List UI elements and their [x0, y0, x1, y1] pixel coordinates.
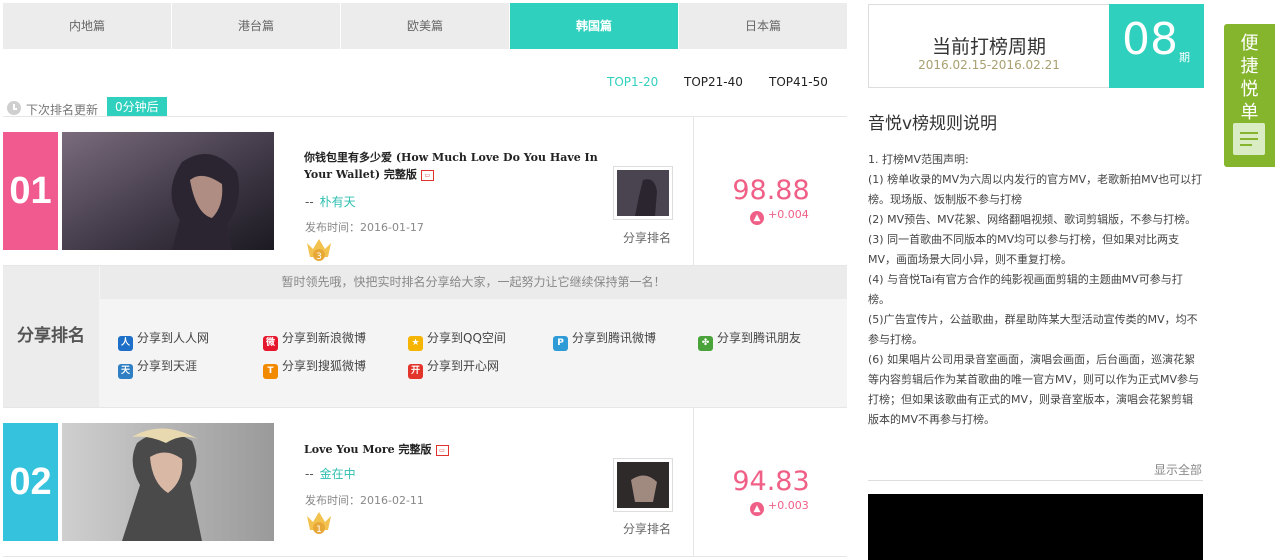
weibo-icon: 微 — [263, 336, 278, 351]
tencent-weibo-icon: P — [553, 336, 568, 351]
score-box: 98.88 ▲ +0.004 — [693, 117, 847, 265]
rules-line: (3) 同一首歌曲不同版本的MV均可以参与打榜，但如果对比两支MV，画面场景大同… — [868, 233, 1180, 266]
renren-icon: 人 — [118, 336, 133, 351]
arrow-up-icon: ▲ — [750, 211, 764, 225]
playlist-icon — [1233, 123, 1265, 155]
share-pengyou[interactable]: ✤ 分享到腾讯朋友 — [698, 329, 801, 351]
rules-title: 音悦v榜规则说明 — [868, 114, 998, 134]
artist-link[interactable]: 金在中 — [320, 467, 356, 481]
score-value: 98.88 — [732, 175, 810, 206]
quick-playlist-label: 便捷悦单 — [1240, 33, 1259, 123]
tab-korea[interactable]: 韩国篇 — [510, 3, 678, 49]
release-date: 发布时间：2016-01-17 — [305, 221, 424, 234]
crown-icon: 1 — [304, 508, 334, 536]
score-box: 94.83 ▲ +0.003 — [693, 408, 847, 556]
share-tianya[interactable]: 天分享到天涯 — [118, 357, 197, 379]
range-top41-50[interactable]: TOP41-50 — [769, 75, 828, 89]
period-number-block: 08 期 — [1109, 4, 1204, 88]
share-tencent-weibo[interactable]: P 分享到腾讯微博 — [553, 329, 656, 351]
share-sohu[interactable]: T 分享到搜狐微博 — [263, 357, 366, 379]
mv-badge-icon: ▭ — [435, 444, 449, 456]
mv-thumbnail[interactable] — [62, 423, 274, 541]
period-title: 当前打榜周期 — [931, 36, 1046, 58]
rules-line: (5)广告宣传片，公益歌曲，群星助阵某大型活动宣传类的MV，均不参与打榜。 — [868, 313, 1198, 346]
tianya-icon: 天 — [118, 364, 133, 379]
score-value: 94.83 — [732, 466, 810, 497]
mv-thumbnail[interactable] — [62, 132, 274, 250]
tab-west[interactable]: 欧美篇 — [341, 3, 509, 49]
share-renren[interactable]: 人分享到人人网 — [118, 329, 209, 351]
tab-hk-tw[interactable]: 港台篇 — [172, 3, 340, 49]
range-top21-40[interactable]: TOP21-40 — [684, 75, 743, 89]
tab-japan[interactable]: 日本篇 — [679, 3, 847, 49]
chart-entry: 02 Love You More 完整版 ▭ -- 金在中 发布时间：2016-02… — [3, 407, 847, 557]
period-box: 当前打榜周期 2016.02.15-2016.02.21 08 期 — [868, 4, 1204, 88]
share-thumbnail[interactable] — [613, 458, 673, 512]
video-player[interactable] — [868, 494, 1203, 560]
pengyou-icon: ✤ — [698, 336, 713, 351]
rules-line: 1. 打榜MV范围声明: — [868, 153, 969, 166]
score-trend: ▲ +0.004 — [750, 208, 809, 225]
tab-mainland[interactable]: 内地篇 — [3, 3, 171, 49]
rank-number: 01 — [3, 132, 58, 250]
sohu-icon: T — [263, 364, 278, 379]
share-thumbnail[interactable] — [613, 166, 673, 220]
share-qzone[interactable]: ★ 分享到QQ空间 — [408, 329, 506, 351]
artist-link[interactable]: 朴有天 — [320, 195, 356, 209]
share-kaixin[interactable]: 开分享到开心网 — [408, 357, 499, 379]
range-top1-20[interactable]: TOP1-20 — [607, 75, 658, 89]
rules-line: (6) 如果唱片公司用录音室画面，演唱会画面，后台画面，巡演花絮等内容剪辑后作为… — [868, 353, 1200, 426]
mv-badge-icon: ▭ — [420, 169, 434, 181]
kaixin-icon: 开 — [408, 364, 423, 379]
period-dates: 2016.02.15-2016.02.21 — [918, 58, 1060, 72]
share-rank-link[interactable]: 分享排名 — [623, 520, 671, 537]
rules-line: (2) MV预告、MV花絮、网络翻唱视频、歌词剪辑版，不参与打榜。 — [868, 213, 1197, 226]
arrow-up-icon: ▲ — [750, 502, 764, 516]
clock-icon — [7, 101, 21, 115]
share-rank-link[interactable]: 分享排名 — [623, 229, 671, 246]
share-message: 暂时领先哦，快把实时排名分享给大家，一起努力让它继续保持第一名！ — [100, 266, 847, 299]
rank-number: 02 — [3, 423, 58, 541]
crown-number: 1 — [316, 525, 322, 535]
qzone-icon: ★ — [408, 336, 423, 351]
artist-line: -- 朴有天 — [305, 195, 356, 209]
release-date: 发布时间：2016-02-11 — [305, 494, 424, 507]
rules-line: (4) 与音悦Tai有官方合作的纯影视画面剪辑的主题曲MV可参与打榜。 — [868, 273, 1183, 306]
show-all-link[interactable]: 显示全部 — [1154, 461, 1202, 478]
share-weibo[interactable]: 微分享到新浪微博 — [263, 329, 366, 351]
quick-playlist-button[interactable]: 便捷悦单 — [1224, 24, 1275, 167]
crown-icon: 3 — [304, 235, 334, 263]
artist-line: -- 金在中 — [305, 467, 356, 481]
chart-entry: 01 你钱包里有多少爱 (How Much Love Do You Have I… — [3, 116, 847, 266]
period-unit: 期 — [1179, 51, 1190, 64]
next-update-badge: 0分钟后 — [107, 97, 167, 117]
crown-number: 3 — [316, 252, 322, 262]
rules-text: 1. 打榜MV范围声明: (1) 榜单收录的MV为六周以内发行的官方MV，老歌新… — [868, 150, 1203, 430]
divider — [868, 480, 1203, 481]
song-title[interactable]: Love You More 完整版 ▭ — [304, 441, 604, 458]
score-trend: ▲ +0.003 — [750, 499, 809, 516]
song-title[interactable]: 你钱包里有多少爱 (How Much Love Do You Have In Y… — [304, 149, 604, 183]
share-panel-title: 分享排名 — [3, 266, 99, 407]
share-panel: 分享排名 暂时领先哦，快把实时排名分享给大家，一起努力让它继续保持第一名！ 人分… — [3, 266, 847, 407]
period-number: 08 — [1122, 14, 1178, 65]
rules-line: (1) 榜单收录的MV为六周以内发行的官方MV，老歌新拍MV也可以打榜。现场版、… — [868, 173, 1203, 206]
